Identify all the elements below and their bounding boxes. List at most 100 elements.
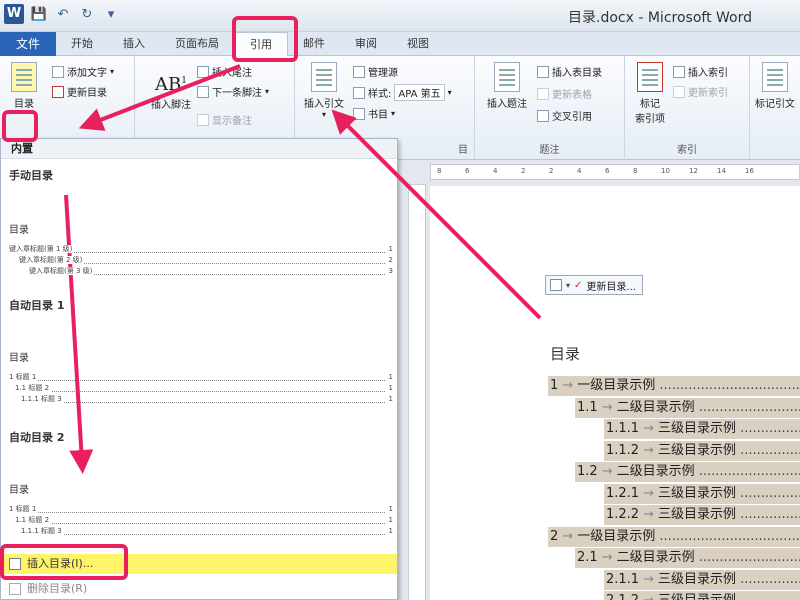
doc-toc-entry[interactable]: 1.2.2→三级目录示例 ...........................… xyxy=(604,505,800,525)
captions-group-title: 题注 xyxy=(539,145,560,156)
tab-6[interactable]: 视图 xyxy=(392,32,444,56)
next-footnote-button[interactable]: 下一条脚注 ▾ xyxy=(197,84,269,99)
bibliography-button[interactable]: 书目 ▾ xyxy=(353,106,395,121)
ruler-tick: 16 xyxy=(745,167,754,175)
insert-citation-label: 插入引文 xyxy=(304,99,344,110)
index-group-title: 索引 xyxy=(677,145,697,156)
show-notes-button[interactable]: 显示备注 xyxy=(197,112,252,127)
doc-toc-entry[interactable]: 1.1.1→三级目录示例 ...........................… xyxy=(604,419,800,439)
style-selector[interactable]: 样式: APA 第五 ▾ xyxy=(353,84,452,101)
doc-toc-entry[interactable]: 1 → 一级目录示例 ...............................… xyxy=(548,376,800,396)
update-index-button[interactable]: 更新索引 xyxy=(673,84,728,99)
manage-sources-button[interactable]: 管理源 xyxy=(353,64,398,79)
thumb-toc-line: 1.1.1 标题 31 xyxy=(21,394,393,404)
manual-toc-option[interactable]: 目录 键入章标题(第 1 级) 1 键入章标题(第 2 级) 2 键入章标题(第 3 级… xyxy=(9,221,393,277)
window-title: 目录.docx - Microsoft Word xyxy=(568,10,752,26)
remove-toc-icon xyxy=(9,583,21,595)
style-icon xyxy=(353,86,365,99)
endnote-icon xyxy=(197,65,209,78)
show-notes-icon xyxy=(197,113,209,126)
doc-toc-heading: 目录 xyxy=(550,345,581,363)
insert-caption-label: 插入题注 xyxy=(487,99,527,110)
doc-toc-entry[interactable]: 1.1→二级目录示例 .............................… xyxy=(575,397,800,418)
update-table-button[interactable]: 更新表格 xyxy=(537,86,592,101)
highlight-references-tab xyxy=(232,16,298,62)
bibliography-icon xyxy=(353,107,365,120)
update-index-icon xyxy=(673,85,685,98)
thumb-toc-line: 1 标题 11 xyxy=(9,372,393,382)
update-toc-button[interactable]: 更新目录 xyxy=(52,84,107,99)
auto-toc-1-lines: 1 标题 1 1 1.1 标题 2 1 1.1.1 标题 31 xyxy=(9,372,393,405)
doc-toc-entry[interactable]: 2 → 一级目录示例 ...............................… xyxy=(548,526,800,547)
vertical-ruler[interactable] xyxy=(408,184,426,600)
update-table-icon xyxy=(537,87,549,100)
update-table-label: 更新表格 xyxy=(552,90,592,101)
update-toc-field-label[interactable]: 更新目录... xyxy=(586,278,636,293)
ruler-tick: 4 xyxy=(577,167,582,175)
thumb-toc-line: 1.1 标题 21 xyxy=(15,383,393,393)
toc-field-tab[interactable]: ▾ ✓ 更新目录... xyxy=(545,275,643,295)
auto-toc-1-thumb-title: 目录 xyxy=(9,353,29,364)
doc-toc-entry[interactable]: 1.2.1→三级目录示例 ...........................… xyxy=(604,483,800,504)
insert-index-button[interactable]: 插入索引 xyxy=(673,64,728,79)
ruler-tick: 6 xyxy=(465,167,470,175)
captions-group: 插入题注 插入表目录 更新表格 交叉引用 题注 xyxy=(475,56,625,160)
toa-group: 标记引文 xyxy=(750,56,800,160)
cross-reference-label: 交叉引用 xyxy=(552,112,592,123)
thumb-toc-line: 键入章标题(第 1 级) 1 xyxy=(9,244,393,254)
toc-field-menu-icon[interactable] xyxy=(550,279,562,291)
next-footnote-icon xyxy=(197,85,209,98)
remove-toc-label: 删除目录(R) xyxy=(27,582,88,595)
auto-toc-1-option[interactable]: 目录 1 标题 1 1 1.1 标题 2 1 1.1.1 标题 31 xyxy=(9,349,393,405)
tab-1[interactable]: 插入 xyxy=(108,32,160,56)
table-of-figures-icon xyxy=(537,65,549,78)
thumb-toc-line: 1 标题 11 xyxy=(9,504,393,514)
manage-sources-icon xyxy=(353,65,365,78)
cross-reference-button[interactable]: 交叉引用 xyxy=(537,108,592,123)
auto-toc-2-lines: 1 标题 1 1 1.1 标题 2 1 1.1.1 标题 31 xyxy=(9,504,393,537)
mark-entry-button[interactable]: 标记 索引项 xyxy=(629,62,671,125)
doc-toc-entry[interactable]: 1.1.2→三级目录示例 ...........................… xyxy=(604,440,800,461)
insert-index-icon xyxy=(673,65,685,78)
update-toc-icon xyxy=(52,85,64,98)
horizontal-ruler[interactable]: 8 6 4 2 2 4 6 8 10 12 14 16 xyxy=(430,164,800,180)
auto-toc-2-title: 自动目录 2 xyxy=(9,431,65,444)
tab-5[interactable]: 审阅 xyxy=(340,32,392,56)
ruler-tick: 4 xyxy=(493,167,498,175)
insert-endnote-button[interactable]: 插入尾注 xyxy=(197,64,252,79)
remove-toc-menu-item[interactable]: 删除目录(R) xyxy=(3,579,397,599)
manual-toc-lines: 键入章标题(第 1 级) 1 键入章标题(第 2 级) 2 键入章标题(第 3 级) 3 xyxy=(9,244,393,277)
update-index-label: 更新索引 xyxy=(688,88,728,99)
add-text-icon xyxy=(52,65,64,78)
auto-toc-2-thumb-title: 目录 xyxy=(9,485,29,496)
tab-2[interactable]: 页面布局 xyxy=(160,32,234,56)
style-label: 样式: xyxy=(368,89,392,100)
ruler-tick: 8 xyxy=(437,167,442,175)
doc-toc-entry[interactable]: 1.2→二级目录示例 .............................… xyxy=(575,462,800,482)
mark-entry-icon xyxy=(637,62,663,92)
mark-citation-button[interactable]: 标记引文 xyxy=(752,62,798,110)
insert-footnote-button[interactable]: AB1 插入脚注 xyxy=(141,66,201,111)
auto-toc-2-option[interactable]: 目录 1 标题 1 1 1.1 标题 2 1 1.1.1 标题 31 xyxy=(9,481,393,537)
toc-dropdown-gallery: 内置 手动目录 目录 键入章标题(第 1 级) 1 键入章标题(第 2 级) 2 键入章… xyxy=(0,138,398,600)
mark-citation-label: 标记引文 xyxy=(755,99,795,110)
thumb-toc-line: 键入章标题(第 2 级) 2 xyxy=(19,255,393,265)
chevron-down-icon[interactable]: ▾ xyxy=(566,281,570,290)
ruler-tick: 10 xyxy=(661,167,670,175)
update-icon: ✓ xyxy=(574,279,583,291)
insert-citation-button[interactable]: 插入引文 ▾ xyxy=(299,62,349,119)
insert-caption-button[interactable]: 插入题注 xyxy=(479,62,535,110)
ruler-tick: 6 xyxy=(605,167,610,175)
style-value[interactable]: APA 第五 xyxy=(394,84,445,101)
insert-citation-icon xyxy=(311,62,337,92)
mark-entry-label: 标记 索引项 xyxy=(635,99,665,125)
add-text-button[interactable]: 添加文字 ▾ xyxy=(52,64,114,79)
insert-table-of-figures-button[interactable]: 插入表目录 xyxy=(537,64,602,79)
ribbon-tab-bar: 文件 开始 插入 页面布局 引用 邮件 审阅 视图 xyxy=(0,32,800,57)
doc-toc-entry[interactable]: 2.1→二级目录示例 .............................… xyxy=(575,548,800,568)
tab-file[interactable]: 文件 xyxy=(0,32,56,56)
tab-0[interactable]: 开始 xyxy=(56,32,108,56)
doc-toc-entry[interactable]: 2.1.2→三级目录示例 ...........................… xyxy=(604,591,800,600)
toc-button[interactable]: 目录 xyxy=(6,62,42,110)
doc-toc-entry[interactable]: 2.1.1→三级目录示例 ...........................… xyxy=(604,569,800,590)
